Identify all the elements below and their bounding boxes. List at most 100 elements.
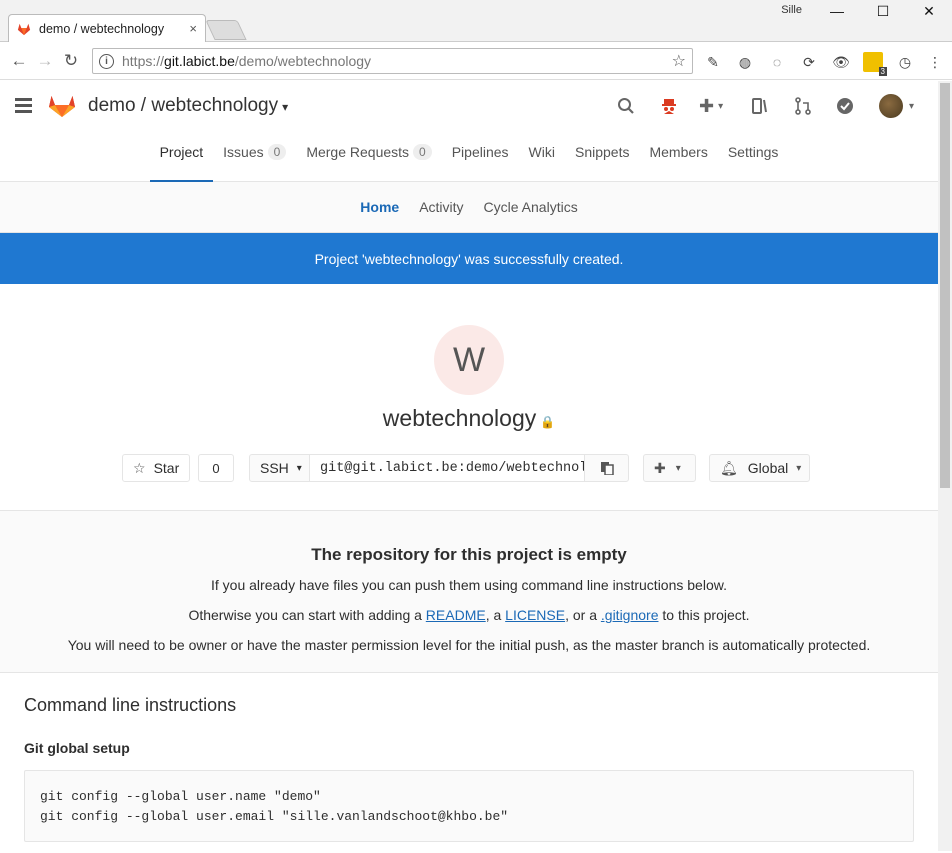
- timer-extension-icon[interactable]: ◷: [895, 52, 915, 72]
- scrollbar-thumb[interactable]: [940, 83, 950, 488]
- forward-icon[interactable]: →: [32, 48, 58, 74]
- project-home-panel: W webtechnology 🔒 ☆ Star 0 SSH ▾ git@git.la…: [0, 284, 938, 511]
- merge-requests-icon[interactable]: [794, 95, 812, 117]
- gitlab-logo-icon[interactable]: [48, 92, 76, 118]
- admin-spy-icon[interactable]: [660, 95, 678, 117]
- browser-menu-icon[interactable]: ⋮: [925, 52, 945, 72]
- tab-label: Project: [159, 143, 204, 160]
- project-avatar: W: [434, 325, 504, 395]
- tab-title: demo / webtechnology: [39, 21, 165, 36]
- back-icon[interactable]: ←: [6, 48, 32, 74]
- code-block[interactable]: git config --global user.name "demo" git…: [24, 770, 914, 842]
- text: , a: [485, 607, 506, 623]
- todos-panel-icon[interactable]: [751, 95, 769, 117]
- empty-repo-line2: Otherwise you can start with adding a RE…: [0, 607, 938, 623]
- project-sub-nav: Home Activity Cycle Analytics: [0, 182, 938, 233]
- empty-repo-panel: The repository for this project is empty…: [0, 511, 938, 673]
- command-line-instructions: Command line instructions Git global set…: [0, 673, 938, 853]
- window-close-icon[interactable]: ✕: [906, 0, 952, 22]
- star-button[interactable]: ☆ Star: [122, 454, 190, 482]
- empty-repo-line3: You will need to be owner or have the ma…: [67, 637, 871, 653]
- cli-subtitle: Git global setup: [24, 740, 130, 756]
- browser-titlebar: demo / webtechnology × Sille — ☐ ✕: [0, 0, 952, 42]
- tab-project[interactable]: Project: [149, 126, 214, 182]
- new-tab-button[interactable]: [205, 20, 247, 40]
- gitignore-link[interactable]: .gitignore: [601, 607, 659, 623]
- sync-extension-icon[interactable]: ⟳: [799, 52, 819, 72]
- star-label: Star: [153, 460, 180, 476]
- star-icon: ☆: [133, 459, 146, 476]
- bookmark-star-icon[interactable]: ☆: [672, 51, 686, 71]
- tab-label: Wiki: [528, 143, 555, 160]
- chevron-down-icon: ▾: [282, 100, 289, 114]
- tab-snippets[interactable]: Snippets: [565, 126, 639, 177]
- project-nav: Project Issues 0 Merge Requests 0 Pipeline…: [0, 131, 938, 182]
- code-line: git config --global user.name "demo": [40, 789, 321, 804]
- protocol-label: SSH: [260, 460, 289, 476]
- tab-label: Merge Requests: [306, 143, 410, 160]
- protocol-dropdown[interactable]: SSH ▾: [249, 454, 310, 482]
- gitlab-header: demo / webtechnology ▾ ✚ ▾ ▾: [0, 81, 938, 131]
- readme-link[interactable]: README: [426, 607, 486, 623]
- subtab-cycle-analytics[interactable]: Cycle Analytics: [474, 199, 588, 215]
- hamburger-menu-icon[interactable]: [15, 98, 32, 113]
- text: to this project.: [658, 607, 750, 623]
- address-bar[interactable]: i https://git.labict.be/demo/webtechnolo…: [92, 48, 693, 74]
- project-path: demo / webtechnology: [88, 95, 279, 116]
- gitlab-favicon-icon: [17, 23, 31, 35]
- tab-pipelines[interactable]: Pipelines: [442, 126, 519, 177]
- notification-dropdown[interactable]: 🔔︎ Global ▾: [709, 454, 810, 482]
- page-scrollbar[interactable]: [938, 81, 952, 851]
- todo-check-icon[interactable]: [836, 95, 854, 117]
- clipboard-icon: [600, 462, 614, 475]
- eye-extension-icon[interactable]: 👁: [831, 52, 851, 72]
- chat-extension-icon[interactable]: 3: [863, 52, 887, 76]
- tab-close-icon[interactable]: ×: [189, 21, 197, 36]
- flash-notice: Project 'webtechnology' was successfully…: [0, 233, 938, 284]
- tab-members[interactable]: Members: [639, 126, 717, 177]
- tab-label: Settings: [727, 143, 779, 160]
- code-line: git config --global user.email "sille.va…: [40, 809, 509, 824]
- url-scheme: https://: [122, 53, 165, 69]
- clone-url-input[interactable]: git@git.labict.be:demo/webtechnol: [309, 454, 585, 482]
- project-name-heading: webtechnology 🔒: [0, 405, 938, 432]
- reload-icon[interactable]: ↻: [58, 48, 84, 74]
- chevron-down-icon: ▾: [675, 462, 681, 474]
- project-title-dropdown[interactable]: demo / webtechnology ▾: [88, 95, 288, 117]
- cli-title: Command line instructions: [24, 695, 237, 715]
- minimize-icon[interactable]: —: [814, 0, 860, 22]
- eyedropper-extension-icon[interactable]: ✎: [703, 52, 723, 72]
- tab-label: Issues: [223, 143, 264, 160]
- add-file-dropdown[interactable]: ✚ ▾: [643, 454, 696, 482]
- tab-wiki[interactable]: Wiki: [519, 126, 565, 177]
- plus-dropdown-icon[interactable]: ✚ ▾: [699, 95, 723, 117]
- notification-label: Global: [747, 460, 789, 476]
- issues-count-badge: 0: [267, 143, 287, 160]
- maximize-icon[interactable]: ☐: [860, 0, 906, 22]
- tab-settings[interactable]: Settings: [718, 126, 789, 177]
- plus-icon: ✚: [654, 459, 666, 476]
- subtab-home[interactable]: Home: [350, 199, 409, 215]
- chevron-down-icon: ▾: [296, 462, 302, 474]
- window-user-label: Sille: [781, 4, 802, 16]
- chevron-down-icon: ▾: [796, 462, 802, 474]
- project-name: webtechnology: [382, 405, 537, 431]
- tab-label: Members: [649, 143, 708, 160]
- avatar: [879, 94, 903, 118]
- tab-issues[interactable]: Issues 0: [213, 126, 296, 177]
- code-extension-icon[interactable]: ◌: [767, 52, 787, 72]
- user-avatar-dropdown[interactable]: ▾: [879, 94, 914, 118]
- search-icon[interactable]: [617, 95, 635, 117]
- globe-extension-icon[interactable]: ◍: [735, 52, 755, 72]
- lock-icon: 🔒: [540, 415, 556, 429]
- empty-repo-line1: If you already have files you can push t…: [211, 577, 727, 593]
- site-info-icon[interactable]: i: [99, 53, 114, 69]
- tab-merge-requests[interactable]: Merge Requests 0: [296, 126, 441, 177]
- empty-repo-title: The repository for this project is empty: [311, 545, 627, 564]
- license-link[interactable]: LICENSE: [505, 607, 565, 623]
- copy-url-button[interactable]: [584, 454, 629, 482]
- star-count[interactable]: 0: [198, 454, 234, 482]
- tab-label: Pipelines: [451, 143, 509, 160]
- subtab-activity[interactable]: Activity: [409, 199, 473, 215]
- browser-tab[interactable]: demo / webtechnology ×: [8, 14, 206, 42]
